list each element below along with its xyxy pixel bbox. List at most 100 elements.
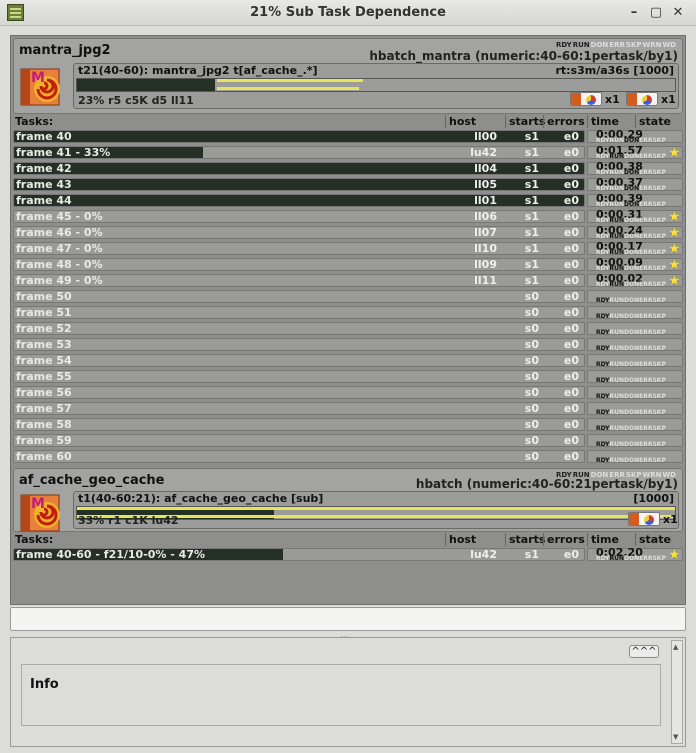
- task-starts: s1: [524, 178, 539, 191]
- job-header[interactable]: mantra_jpg2 RDYRUNDONERRSKPWRNWD hbatch_ma…: [13, 38, 683, 114]
- houdini-ball-icon: [628, 512, 660, 526]
- task-name: frame 40-60 - f21/10-0% - 47%: [16, 548, 206, 561]
- task-errors: e0: [563, 162, 579, 175]
- task-name: frame 55: [16, 370, 72, 383]
- task-progress-bg: [13, 338, 585, 351]
- info-label: Info: [30, 677, 59, 692]
- task-row[interactable]: frame 50 s0 e0 RDYRUNDONERRSKP: [13, 290, 683, 304]
- star-icon: ★: [668, 241, 681, 257]
- task-row[interactable]: frame 44 ll01 s1 e0 0:00.39 RDYRUNDONERRSKP: [13, 192, 683, 208]
- star-icon: ★: [668, 273, 681, 289]
- task-state-flag: ERR: [639, 233, 653, 240]
- task-name: frame 53: [16, 338, 72, 351]
- task-progress-fill: [14, 195, 584, 206]
- task-row[interactable]: frame 52 s0 e0 RDYRUNDONERRSKP: [13, 322, 683, 336]
- task-state-flag: ERR: [639, 281, 653, 288]
- task-starts: s1: [524, 548, 539, 561]
- job-block[interactable]: mantra_jpg2 RDYRUNDONERRSKPWRNWD hbatch_ma…: [13, 38, 683, 466]
- state-legend-item: ERR: [609, 41, 625, 49]
- maximize-icon[interactable]: ▢: [648, 5, 664, 21]
- task-time-box: RDYRUNDONERRSKP: [587, 370, 683, 384]
- task-row[interactable]: frame 46 - 0% ll07 s1 e0 0:00.24 RDYRUNDONERR…: [13, 224, 683, 241]
- task-row[interactable]: frame 49 - 0% ll11 s1 e0 0:00.02 RDYRUNDONERR…: [13, 272, 683, 289]
- task-state-flag: SKP: [652, 457, 666, 464]
- task-time-box: RDYRUNDONERRSKP: [587, 306, 683, 320]
- block-box[interactable]: t1(40-60:21): af_cache_geo_cache [sub] [1…: [73, 491, 679, 529]
- task-state-flag: DON: [624, 393, 640, 400]
- task-name: frame 57: [16, 402, 72, 415]
- task-row[interactable]: frame 59 s0 e0 RDYRUNDONERRSKP: [13, 434, 683, 448]
- job-name: mantra_jpg2: [19, 43, 111, 58]
- task-state-flag: RUN: [609, 457, 625, 464]
- task-row[interactable]: frame 47 - 0% ll10 s1 e0 0:00.17 RDYRUNDONERR…: [13, 240, 683, 257]
- job-header[interactable]: af_cache_geo_cache RDYRUNDONERRSKPWRNWD hb…: [13, 468, 683, 532]
- task-row[interactable]: frame 41 - 33% lu42 s1 e0 0:01.57 RDYRUNDONER…: [13, 144, 683, 161]
- minimize-icon[interactable]: –: [626, 5, 642, 21]
- task-time-box: RDYRUNDONERRSKP: [587, 402, 683, 416]
- task-state-flag: RUN: [609, 409, 625, 416]
- task-state-flag: RDY: [596, 345, 610, 352]
- task-state-flag: RDY: [596, 137, 610, 144]
- task-host: ll01: [474, 194, 497, 207]
- job-name: af_cache_geo_cache: [19, 473, 165, 488]
- task-row[interactable]: frame 42 ll04 s1 e0 0:00.38 RDYRUNDONERRSKP: [13, 160, 683, 176]
- info-scrollbar[interactable]: ▲ ▼: [671, 640, 683, 744]
- houdini-ball-icon: [626, 92, 658, 106]
- task-row[interactable]: frame 60 s0 e0 RDYRUNDONERRSKP: [13, 450, 683, 464]
- task-errors: e0: [563, 242, 579, 255]
- task-time-box: 0:01.57 RDYRUNDONERRSKP ★: [587, 144, 683, 161]
- state-legend-item: DON: [590, 41, 609, 49]
- task-row[interactable]: frame 53 s0 e0 RDYRUNDONERRSKP: [13, 338, 683, 352]
- task-row[interactable]: frame 57 s0 e0 RDYRUNDONERRSKP: [13, 402, 683, 416]
- address-field[interactable]: [10, 607, 686, 631]
- task-progress-bg: [13, 306, 585, 319]
- task-state-flag: RDY: [596, 425, 610, 432]
- task-state-flag: SKP: [652, 185, 666, 192]
- block-stats: 33% r1 c1K lu42: [78, 514, 179, 527]
- task-starts: s1: [524, 162, 539, 175]
- task-state-flag: SKP: [652, 361, 666, 368]
- task-state-flag: SKP: [652, 153, 666, 160]
- task-errors: e0: [563, 548, 579, 561]
- task-row[interactable]: frame 40-60 - f21/10-0% - 47% lu42 s1 e0 0:0…: [13, 546, 683, 563]
- task-row[interactable]: frame 56 s0 e0 RDYRUNDONERRSKP: [13, 386, 683, 400]
- tasks-panel[interactable]: mantra_jpg2 RDYRUNDONERRSKPWRNWD hbatch_ma…: [10, 35, 686, 605]
- task-state-flag: DON: [624, 201, 640, 208]
- task-starts: s0: [524, 386, 539, 399]
- task-row[interactable]: frame 51 s0 e0 RDYRUNDONERRSKP: [13, 306, 683, 320]
- service-count: x1: [605, 93, 620, 106]
- task-row[interactable]: frame 55 s0 e0 RDYRUNDONERRSKP: [13, 370, 683, 384]
- task-state-flag: RDY: [596, 249, 610, 256]
- close-icon[interactable]: ✕: [670, 5, 686, 21]
- collapse-button[interactable]: ^^^: [629, 645, 659, 658]
- task-row[interactable]: frame 58 s0 e0 RDYRUNDONERRSKP: [13, 418, 683, 432]
- task-row[interactable]: frame 48 - 0% ll09 s1 e0 0:00.09 RDYRUNDONERR…: [13, 256, 683, 273]
- task-row[interactable]: frame 54 s0 e0 RDYRUNDONERRSKP: [13, 354, 683, 368]
- task-time-box: RDYRUNDONERRSKP: [587, 354, 683, 368]
- task-state-flag: DON: [624, 185, 640, 192]
- task-name: frame 47 - 0%: [16, 242, 103, 255]
- task-state-flag: ERR: [639, 297, 653, 304]
- task-row[interactable]: frame 45 - 0% ll06 s1 e0 0:00.31 RDYRUNDONERR…: [13, 208, 683, 225]
- task-state-flag: RUN: [609, 169, 625, 176]
- task-row[interactable]: frame 43 ll05 s1 e0 0:00.37 RDYRUNDONERRSKP: [13, 176, 683, 192]
- task-state-flag: RDY: [596, 329, 610, 336]
- task-errors: e0: [563, 210, 579, 223]
- scroll-down-icon[interactable]: ▼: [673, 733, 678, 741]
- job-block[interactable]: af_cache_geo_cache RDYRUNDONERRSKPWRNWD hb…: [13, 468, 683, 564]
- task-row[interactable]: frame 40 ll00 s1 e0 0:00.29 RDYRUNDONERRSKP: [13, 128, 683, 144]
- task-state-flag: RUN: [609, 281, 625, 288]
- star-icon: ★: [668, 225, 681, 241]
- task-state-flag: DON: [624, 297, 640, 304]
- task-name: frame 49 - 0%: [16, 274, 103, 287]
- task-host: ll00: [474, 130, 497, 143]
- block-box[interactable]: t21(40-60): mantra_jpg2 t[af_cache_.*] rt…: [73, 63, 679, 109]
- scroll-up-icon[interactable]: ▲: [673, 643, 678, 651]
- task-state-flag: ERR: [639, 137, 653, 144]
- task-state-flag: DON: [624, 409, 640, 416]
- title-bar[interactable]: 21% Sub Task Dependence – ▢ ✕: [0, 0, 696, 26]
- task-state-flag: ERR: [639, 265, 653, 272]
- task-starts: s1: [524, 146, 539, 159]
- task-name: frame 43: [16, 178, 72, 191]
- task-time-box: 0:00.37 RDYRUNDONERRSKP: [587, 176, 683, 192]
